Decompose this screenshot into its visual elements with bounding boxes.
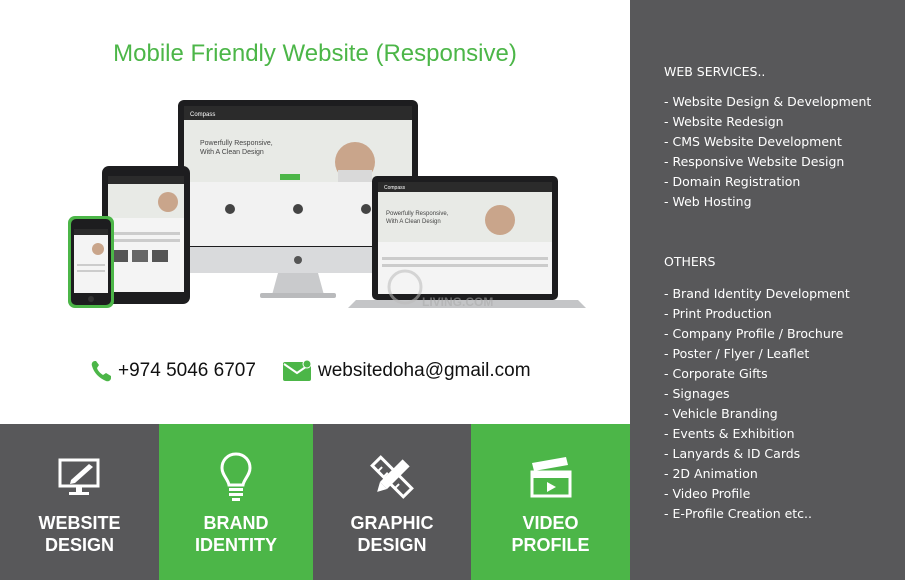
tile-label: BRAND IDENTITY (194, 513, 277, 555)
smartphone (68, 216, 114, 308)
pencil-ruler-icon (368, 452, 416, 502)
phone-number[interactable]: +974 5046 6707 (118, 360, 256, 382)
others-title: OTHERS (664, 254, 716, 269)
list-item: - Lanyards & ID Cards (664, 446, 801, 461)
svg-text:LIVING.COM: LIVING.COM (422, 295, 493, 309)
list-item: - Signages (664, 386, 730, 401)
tablet (102, 166, 190, 304)
svg-text:Compass: Compass (384, 185, 406, 191)
tile-label: GRAPHIC DESIGN (350, 513, 434, 555)
service-tiles: WEBSITE DESIGN BRAND IDENTITY GRAPHIC DE… (0, 424, 630, 580)
list-item: - Company Profile / Brochure (664, 326, 844, 341)
clapperboard-icon (529, 452, 573, 502)
list-item: - Domain Registration (664, 174, 801, 189)
list-item: - Website Design & Development (664, 94, 872, 109)
tile-video-profile[interactable]: VIDEO PROFILE (471, 424, 630, 580)
list-item: - Vehicle Branding (664, 406, 778, 421)
svg-text:Compass: Compass (190, 112, 215, 118)
list-item: - Website Redesign (664, 114, 784, 129)
list-item: - CMS Website Development (664, 134, 842, 149)
list-item: - Print Production (664, 306, 772, 321)
svg-text:With A Clean Design: With A Clean Design (386, 219, 441, 225)
email-contact[interactable]: websitedoha@gmail.com (282, 356, 531, 386)
phone-icon (91, 361, 111, 382)
list-item: - 2D Animation (664, 466, 758, 481)
email-address[interactable]: websitedoha@gmail.com (318, 360, 531, 382)
list-item: - Brand Identity Development (664, 286, 850, 301)
list-item: - Video Profile (664, 486, 751, 501)
list-item: - Web Hosting (664, 194, 752, 209)
left-panel: Mobile Friendly Website (Responsive) Pow… (0, 0, 630, 424)
email-icon (283, 359, 312, 381)
svg-text:With A Clean Design: With A Clean Design (200, 149, 264, 156)
svg-text:Powerfully Responsive,: Powerfully Responsive, (386, 211, 449, 217)
lightbulb-icon (219, 452, 253, 502)
others-list: - Brand Identity Development - Print Pro… (664, 284, 850, 524)
list-item: - E-Profile Creation etc.. (664, 506, 813, 521)
tile-label: WEBSITE DESIGN (38, 513, 121, 555)
svg-text:Powerfully Responsive,: Powerfully Responsive, (200, 140, 273, 147)
list-item: - Corporate Gifts (664, 366, 768, 381)
tile-label: VIDEO PROFILE (511, 513, 590, 555)
responsive-devices-illustration: Powerfully Responsive, With A Clean Desi… (68, 100, 586, 309)
headline: Mobile Friendly Website (Responsive) (113, 40, 517, 67)
services-panel: WEB SERVICES.. - Website Design & Develo… (630, 0, 905, 580)
list-item: - Poster / Flyer / Leaflet (664, 346, 810, 361)
list-item: - Responsive Website Design (664, 154, 845, 169)
web-services-list: - Website Design & Development - Website… (664, 92, 871, 212)
tile-website-design[interactable]: WEBSITE DESIGN (0, 424, 159, 580)
monitor-pen-icon (57, 452, 103, 502)
web-services-title: WEB SERVICES.. (664, 64, 766, 79)
tile-graphic-design[interactable]: GRAPHIC DESIGN (313, 424, 471, 580)
list-item: - Events & Exhibition (664, 426, 795, 441)
laptop: Powerfully Responsive, With A Clean Desi… (348, 176, 586, 308)
phone-contact[interactable]: +974 5046 6707 (90, 356, 256, 386)
tile-brand-identity[interactable]: BRAND IDENTITY (159, 424, 313, 580)
